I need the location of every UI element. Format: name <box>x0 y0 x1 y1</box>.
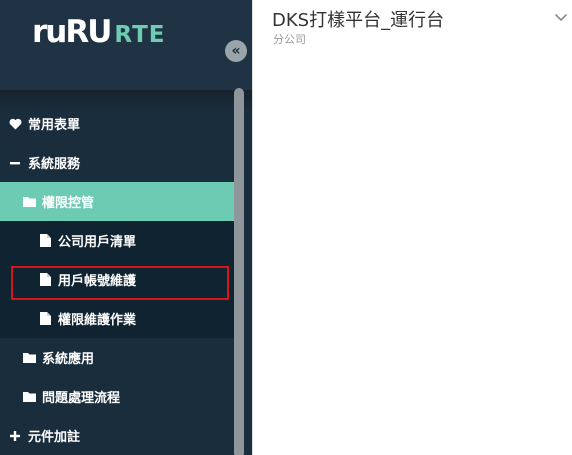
sidebar-item-company-user-list[interactable]: 公司用戶清單 <box>0 221 234 260</box>
file-icon <box>38 312 52 326</box>
folder-icon <box>22 195 36 209</box>
brand-area: ruRU RTE « <box>0 0 252 90</box>
page-subtitle: 分公司 <box>273 33 306 46</box>
sidebar-item-permission-maintenance[interactable]: 權限維護作業 <box>0 299 234 338</box>
folder-icon <box>22 351 36 365</box>
collapse-sidebar-button[interactable]: « <box>225 40 247 62</box>
sidebar-item-permission-control[interactable]: 權限控管 <box>0 182 234 221</box>
minus-icon <box>8 156 22 170</box>
brand-logo-text: RTE <box>114 22 166 48</box>
sidebar-item-label: 公司用戶清單 <box>58 235 137 250</box>
folder-icon <box>22 390 36 404</box>
divider <box>252 0 253 455</box>
double-chevron-left-icon: « <box>231 43 241 59</box>
sidebar-item-label: 用戶帳號維護 <box>58 274 137 289</box>
brand-logo[interactable]: ruRU RTE <box>32 14 165 50</box>
sidebar-item-label: 系統應用 <box>42 352 95 367</box>
heart-icon <box>8 117 22 131</box>
sidebar-item-component-annotation[interactable]: 元件加註 <box>0 416 234 455</box>
sidebar-item-label: 元件加註 <box>28 430 81 445</box>
sidebar-item-label: 權限控管 <box>42 196 95 211</box>
sidebar-item-label: 系統服務 <box>28 157 81 172</box>
brand-logo-mark: ruRU <box>32 14 112 50</box>
sidebar: ruRU RTE « 常用表單 系統服務 權限控管 公司用戶清單 用戶帳號維護 … <box>0 0 252 455</box>
sidebar-menu: 常用表單 系統服務 權限控管 公司用戶清單 用戶帳號維護 權限維護作業 系統應用… <box>0 104 234 455</box>
chevron-down-icon <box>555 14 567 22</box>
sidebar-item-system-application[interactable]: 系統應用 <box>0 338 234 377</box>
header-dropdown-button[interactable] <box>553 10 569 24</box>
sidebar-scrollbar[interactable] <box>234 88 244 455</box>
plus-icon <box>8 429 22 443</box>
page-title: DKS打樣平台_運行台 <box>272 10 445 31</box>
sidebar-item-user-account-maintenance[interactable]: 用戶帳號維護 <box>0 260 234 299</box>
sidebar-item-issue-process[interactable]: 問題處理流程 <box>0 377 234 416</box>
file-icon <box>38 234 52 248</box>
sidebar-item-label: 問題處理流程 <box>42 391 121 406</box>
scrollbar-thumb[interactable] <box>234 88 244 455</box>
sidebar-item-system-service[interactable]: 系統服務 <box>0 143 234 182</box>
sidebar-item-label: 常用表單 <box>28 118 81 133</box>
sidebar-item-favorites[interactable]: 常用表單 <box>0 104 234 143</box>
sidebar-item-label: 權限維護作業 <box>58 313 137 328</box>
file-icon <box>38 273 52 287</box>
